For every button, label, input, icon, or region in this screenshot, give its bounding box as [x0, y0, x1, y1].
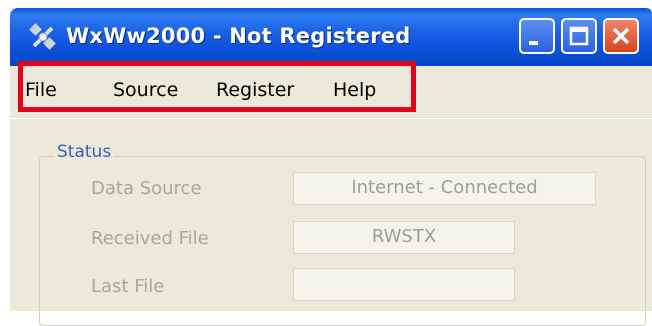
close-icon: [612, 27, 630, 45]
title-bar[interactable]: WxWw2000 - Not Registered: [10, 8, 652, 66]
maximize-button[interactable]: [561, 18, 597, 54]
status-group-label: Status: [54, 142, 115, 162]
last-file-field: [293, 268, 515, 301]
received-file-label: Received File: [91, 228, 209, 249]
minimize-icon: [529, 41, 538, 45]
menu-register[interactable]: Register: [216, 79, 294, 101]
window-title: WxWw2000 - Not Registered: [66, 24, 411, 48]
data-source-label: Data Source: [91, 178, 202, 199]
maximize-icon: [569, 26, 589, 46]
menu-file[interactable]: File: [25, 79, 57, 101]
satellite-icon[interactable]: [28, 22, 58, 52]
last-file-label: Last File: [91, 276, 165, 297]
data-source-field: Internet - Connected: [293, 172, 596, 205]
app-window: WxWw2000 - Not Registered File Source Re…: [10, 8, 652, 326]
close-button[interactable]: [603, 18, 639, 54]
menu-bar: File Source Register Help: [10, 66, 652, 118]
received-file-field: RWSTX: [293, 221, 515, 254]
menu-source[interactable]: Source: [113, 79, 178, 101]
menu-help[interactable]: Help: [333, 79, 376, 101]
minimize-button[interactable]: [519, 18, 555, 54]
menu-divider: [10, 118, 652, 119]
